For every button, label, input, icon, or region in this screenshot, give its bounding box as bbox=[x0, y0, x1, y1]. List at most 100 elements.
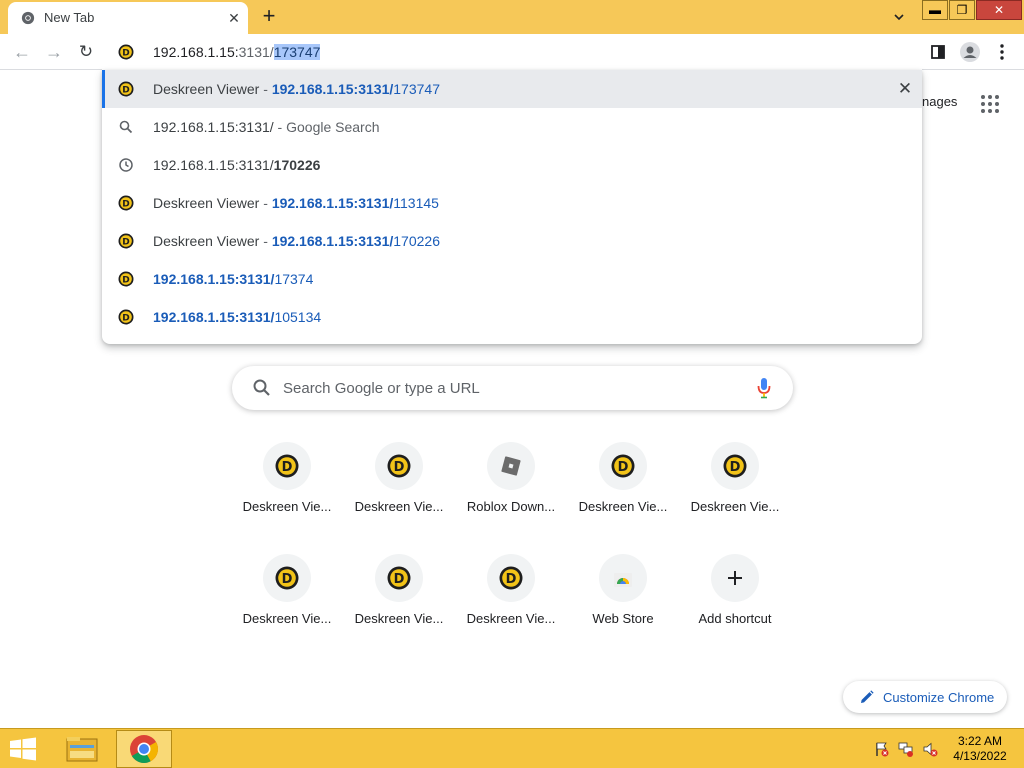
shortcut-label: Roblox Down... bbox=[466, 499, 556, 514]
add-shortcut-tile[interactable]: Add shortcut bbox=[679, 554, 791, 654]
system-clock[interactable]: 3:22 AM 4/13/2022 bbox=[950, 734, 1010, 764]
suggestion-url-path: 17374 bbox=[274, 271, 314, 287]
suggestion-text: 192.168.1.15:3131/170226 bbox=[153, 157, 320, 173]
svg-text:D: D bbox=[730, 460, 741, 475]
history-clock-icon bbox=[118, 157, 134, 173]
suggestion-row[interactable]: D Deskreen Viewer - 192.168.1.15:3131/170… bbox=[102, 222, 922, 260]
close-window-button[interactable]: ✕ bbox=[976, 0, 1022, 20]
shortcut-tile[interactable]: D Deskreen Vie... bbox=[679, 442, 791, 542]
shortcut-tile[interactable]: D Deskreen Vie... bbox=[343, 442, 455, 542]
plus-icon bbox=[723, 566, 747, 595]
svg-text:D: D bbox=[282, 460, 293, 475]
taskbar-chrome-button[interactable] bbox=[116, 730, 172, 768]
microphone-icon[interactable] bbox=[756, 377, 772, 399]
new-tab-button[interactable]: + bbox=[257, 5, 281, 29]
shortcut-tile[interactable]: D Deskreen Vie... bbox=[231, 554, 343, 654]
customize-chrome-button[interactable]: Customize Chrome bbox=[843, 681, 1007, 713]
deskreen-icon: D bbox=[118, 195, 134, 211]
suggestion-separator: - bbox=[259, 195, 272, 211]
deskreen-icon: D bbox=[387, 566, 411, 595]
file-explorer-icon[interactable] bbox=[60, 731, 104, 767]
shortcut-tile[interactable]: D Deskreen Vie... bbox=[231, 442, 343, 542]
search-icon bbox=[253, 379, 270, 396]
search-placeholder: Search Google or type a URL bbox=[283, 380, 480, 397]
deskreen-icon: D bbox=[723, 454, 747, 483]
suggestion-row[interactable]: D Deskreen Viewer - 192.168.1.15:3131/173… bbox=[102, 70, 922, 108]
suggestion-title: Deskreen Viewer bbox=[153, 233, 260, 249]
suggestion-url-path: 113145 bbox=[393, 195, 439, 211]
suggestion-title: Deskreen Viewer bbox=[153, 81, 260, 97]
menu-kebab-icon[interactable] bbox=[990, 40, 1014, 64]
shortcut-label: Deskreen Vie... bbox=[690, 499, 780, 514]
browser-window: New Tab ✕ + ▬ ❐ ✕ ← → ↻ D 192.168.1.15:3… bbox=[0, 0, 1024, 768]
suggestion-row[interactable]: D 192.168.1.15:3131/105134 bbox=[102, 298, 922, 336]
back-arrow-icon[interactable]: ← bbox=[10, 40, 34, 64]
tab-new-tab[interactable]: New Tab ✕ bbox=[8, 2, 248, 34]
deskreen-icon: D bbox=[387, 454, 411, 483]
shortcut-tile[interactable]: Web Store bbox=[567, 554, 679, 654]
suggestion-url-host: 192.168.1.15:3131/ bbox=[153, 309, 275, 325]
suggestion-row[interactable]: D Deskreen Viewer - 192.168.1.15:3131/113… bbox=[102, 184, 922, 222]
shortcut-icon-circle: D bbox=[375, 554, 423, 602]
windows-start-icon[interactable] bbox=[8, 737, 38, 761]
suggestion-url-host: 192.168.1.15:3131/ bbox=[153, 157, 274, 173]
suggestion-separator: - bbox=[259, 233, 272, 249]
shortcut-tile[interactable]: D Deskreen Vie... bbox=[455, 554, 567, 654]
suggestion-text: 192.168.1.15:3131/ - Google Search bbox=[153, 119, 380, 135]
suggestion-url-host: 192.168.1.15:3131/ bbox=[271, 233, 394, 249]
suggestion-url-path: 170226 bbox=[273, 157, 321, 173]
suggestion-row[interactable]: 192.168.1.15:3131/ - Google Search bbox=[102, 108, 922, 146]
shortcut-label: Deskreen Vie... bbox=[354, 499, 444, 514]
action-center-flag-icon[interactable] bbox=[874, 741, 890, 757]
clock-date: 4/13/2022 bbox=[953, 749, 1007, 763]
shortcut-tile[interactable]: Roblox Down... bbox=[455, 442, 567, 542]
toolbar: ← → ↻ D 192.168.1.15:3131/173747 bbox=[0, 34, 1024, 70]
shortcut-tile[interactable]: D Deskreen Vie... bbox=[343, 554, 455, 654]
network-icon[interactable] bbox=[898, 741, 914, 757]
deskreen-icon: D bbox=[499, 566, 523, 595]
suggestion-text: 192.168.1.15:3131/17374 bbox=[153, 271, 313, 287]
suggestion-query: 192.168.1.15:3131/ bbox=[153, 119, 274, 135]
shortcut-icon-circle: D bbox=[599, 442, 647, 490]
clock-time: 3:22 AM bbox=[957, 734, 1003, 748]
shortcut-icon-circle bbox=[487, 442, 535, 490]
suggestion-search-suffix: - Google Search bbox=[273, 119, 380, 135]
suggestion-url-host: 192.168.1.15:3131/ bbox=[271, 81, 394, 97]
search-icon bbox=[118, 119, 134, 135]
volume-muted-icon[interactable] bbox=[922, 741, 938, 757]
tab-title: New Tab bbox=[44, 10, 95, 25]
shortcut-icon-circle bbox=[599, 554, 647, 602]
tab-close-icon[interactable]: ✕ bbox=[224, 8, 244, 28]
profile-avatar-icon[interactable] bbox=[958, 40, 982, 64]
address-input[interactable]: 192.168.1.15:3131/173747 bbox=[153, 44, 321, 60]
side-panel-icon[interactable] bbox=[926, 40, 950, 64]
customize-chrome-label: Customize Chrome bbox=[883, 690, 995, 705]
shortcut-label: Deskreen Vie... bbox=[242, 499, 332, 514]
deskreen-icon: D bbox=[118, 44, 134, 60]
taskbar: 3:22 AM 4/13/2022 bbox=[0, 728, 1024, 768]
svg-text:D: D bbox=[394, 572, 405, 587]
tab-search-chevron-icon[interactable] bbox=[888, 6, 910, 28]
suggestion-row[interactable]: 192.168.1.15:3131/170226 bbox=[102, 146, 922, 184]
remove-suggestion-icon[interactable]: ✕ bbox=[895, 79, 915, 99]
shortcut-label: Web Store bbox=[592, 611, 654, 626]
restore-button[interactable]: ❐ bbox=[949, 0, 975, 20]
suggestion-row[interactable]: D 192.168.1.15:3131/17374 bbox=[102, 260, 922, 298]
deskreen-icon: D bbox=[611, 454, 635, 483]
shortcut-tile[interactable]: D Deskreen Vie... bbox=[567, 442, 679, 542]
minimize-button[interactable]: ▬ bbox=[922, 0, 948, 20]
reload-icon[interactable]: ↻ bbox=[74, 40, 98, 64]
suggestion-url-host: 192.168.1.15:3131/ bbox=[153, 271, 275, 287]
address-bar[interactable]: D 192.168.1.15:3131/173747 bbox=[102, 34, 922, 70]
deskreen-icon: D bbox=[275, 454, 299, 483]
deskreen-icon: D bbox=[118, 233, 134, 249]
svg-text:D: D bbox=[122, 49, 129, 59]
google-search-box[interactable]: Search Google or type a URL bbox=[232, 366, 793, 410]
deskreen-icon: D bbox=[275, 566, 299, 595]
google-apps-icon[interactable] bbox=[980, 94, 1000, 114]
images-link[interactable]: nages bbox=[922, 94, 957, 109]
shortcut-label: Deskreen Vie... bbox=[578, 499, 668, 514]
svg-text:D: D bbox=[122, 86, 129, 96]
forward-arrow-icon[interactable]: → bbox=[42, 40, 66, 64]
suggestion-text: Deskreen Viewer - 192.168.1.15:3131/1737… bbox=[153, 81, 440, 97]
